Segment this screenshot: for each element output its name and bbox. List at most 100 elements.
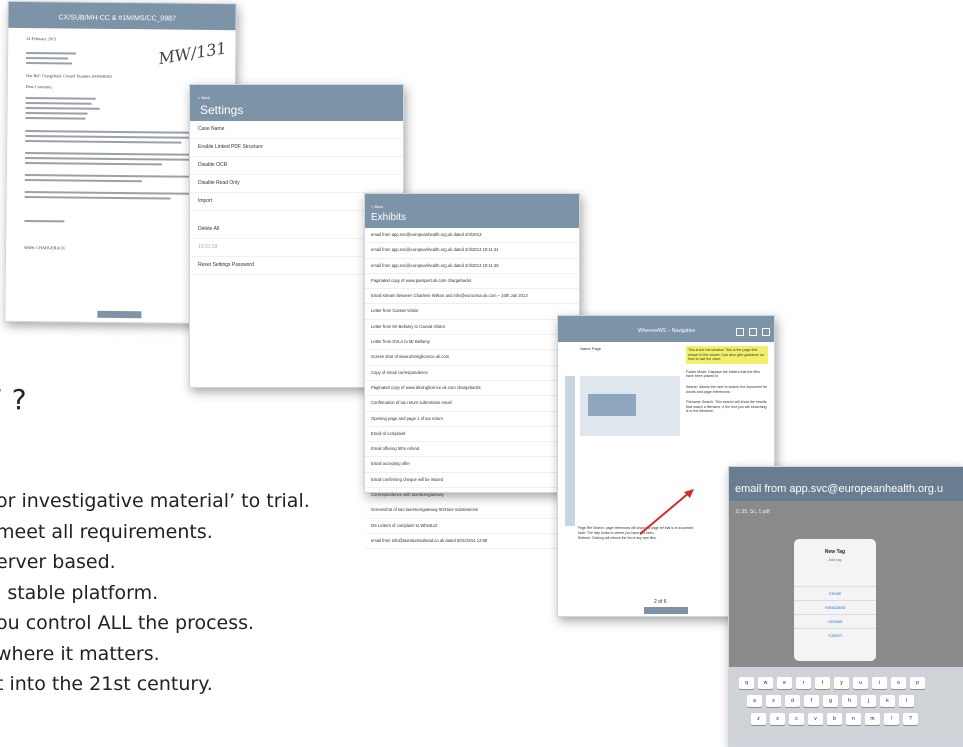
cancel-button[interactable]: Cancel [794, 628, 876, 642]
keyboard-key[interactable]: g [823, 695, 838, 707]
keyboard-key[interactable]: v [808, 713, 823, 725]
bullet-item: ou control ALL the process. [0, 612, 255, 634]
slide-heading: ’ ? [0, 383, 27, 416]
back-button[interactable]: < Back [198, 95, 210, 100]
keyboard-key[interactable]: s [766, 695, 781, 707]
exhibit-row[interactable]: Email stream between Charlene Wilson and… [365, 289, 579, 305]
keyboard-key[interactable]: c [789, 713, 804, 725]
page-label: Name Page [580, 346, 602, 351]
exhibit-row[interactable]: email from app.svc@europeanhealth.org.uk… [365, 228, 579, 244]
keyboard-key[interactable]: k [880, 695, 895, 707]
settings-row[interactable]: Enable Linked PDF Structure [190, 139, 403, 157]
note-highlight: This is the Introduction This is the pag… [686, 346, 768, 364]
keyboard-key[interactable]: l [899, 695, 914, 707]
keyboard-key[interactable]: j [861, 695, 876, 707]
settings-row[interactable]: Disable Read Only [190, 175, 403, 193]
keyboard-key[interactable]: p [910, 677, 925, 689]
annotation-arrow [639, 489, 694, 535]
exhibit-row[interactable]: email from app.svc@europeanhealth.org.uk… [365, 259, 579, 274]
keyboard-key[interactable]: o [891, 677, 906, 689]
help-notes: This is the Introduction This is the pag… [686, 346, 768, 414]
dialog-title: New Tag [824, 549, 846, 555]
viewer-navbar: WhereveWS – Navigation [558, 316, 774, 342]
keyboard-key[interactable]: x [770, 713, 785, 725]
tag-subhead: 11:35, Sc, 1.pdf [735, 509, 770, 515]
exhibits-navbar: < Back Exhibits [365, 194, 579, 228]
exhibit-row[interactable]: Email offering 50% refund [365, 442, 579, 458]
keyboard-key[interactable]: ! [884, 713, 899, 725]
exhibit-row[interactable]: Paginated copy of www.passport.uk.com ch… [365, 274, 579, 290]
keyboard-row: z x c v b n m!? [751, 713, 918, 725]
viewer-toolbar [736, 328, 770, 336]
page-number: 2 of 6 [654, 599, 667, 605]
document-navbar: CX/SUB/MH-CC & #1M/MS/CC_0987 [8, 1, 236, 31]
new-tag-screenshot: email from app.svc@europeanhealth.org.u … [728, 466, 963, 747]
note-item: Folder Mode: Displays the folders that t… [686, 369, 760, 379]
page-thumbnail [580, 376, 680, 436]
share-icon[interactable] [762, 328, 770, 336]
bullet-item: where it matters. [0, 642, 160, 665]
document-title: CX/SUB/MH-CC & #1M/MS/CC_0987 [58, 14, 177, 23]
associated-button[interactable]: Associated [794, 600, 876, 614]
create-button[interactable]: Create [794, 586, 876, 600]
keyboard-key[interactable]: y [834, 677, 849, 689]
keyboard-key[interactable]: m [865, 713, 880, 725]
keyboard-key[interactable]: r [796, 677, 811, 689]
bullet-item: or investigative material’ to trial. [0, 490, 310, 512]
keyboard-key[interactable]: h [842, 695, 857, 707]
side-toolbar[interactable] [565, 376, 575, 526]
settings-title: Settings [200, 103, 244, 117]
keyboard-key[interactable]: e [777, 677, 792, 689]
exhibit-row[interactable]: Opening page and page 1 of tax return [365, 412, 579, 427]
exhibit-row[interactable]: DS Letters of complaint to Whs4Ltd [365, 519, 579, 534]
exhibits-title: Exhibits [371, 212, 407, 223]
keyboard-key[interactable]: q [739, 677, 754, 689]
exhibit-row[interactable]: Screenshot of two taxreturngateway 50/Ho… [365, 503, 579, 519]
note-item: Filename Search: This search will show t… [686, 400, 767, 414]
grid-icon[interactable] [749, 328, 757, 336]
viewer-title: WhereveWS – Navigation [638, 328, 696, 334]
exhibit-row[interactable]: Email accepting offer [365, 457, 579, 473]
exhibit-row[interactable]: Letter from Mr Bellamy to Caveat Visitor [365, 320, 579, 336]
exhibit-row[interactable]: Copy of email correspondence [365, 366, 579, 381]
exhibit-row[interactable]: email from app.svc@europeanhealth.org.uk… [365, 243, 579, 259]
on-screen-keyboard: qwertyuiop asdfghjkl z x c v b n m!? [729, 667, 963, 746]
page-scrubber[interactable] [644, 607, 688, 614]
keyboard-key[interactable]: n [846, 713, 861, 725]
settings-row[interactable]: Disable OCR [190, 157, 403, 175]
keyboard-key[interactable]: b [827, 713, 842, 725]
settings-row[interactable]: Case Name [190, 121, 403, 139]
bullet-item: erver based. [0, 551, 116, 573]
new-tag-dialog: New Tag Add tag Create Associated Unread… [794, 539, 876, 661]
slide-bullets: or investigative material’ to trial. mee… [0, 486, 310, 700]
bullet-item: meet all requirements. [0, 520, 213, 543]
keyboard-key[interactable]: u [853, 677, 868, 689]
bullet-item: t into the 21st century. [0, 673, 213, 695]
tag-navbar-title: email from app.svc@europeanhealth.org.u [735, 483, 944, 495]
exhibit-row[interactable]: Screen shot of www.drivinglicence.uk.com [365, 350, 579, 366]
keyboard-key[interactable]: f [804, 695, 819, 707]
exhibit-row[interactable]: Letter from Caveat Visitor [365, 304, 579, 320]
exhibit-row[interactable]: Letter from DVLA to Mr Bellamy [365, 335, 579, 351]
keyboard-key[interactable]: w [758, 677, 773, 689]
page-scrubber[interactable] [97, 310, 142, 319]
keyboard-row: asdfghjkl [747, 695, 914, 707]
exhibit-row[interactable]: Correspondence with taxreturngateway [365, 488, 579, 504]
keyboard-key[interactable]: d [785, 695, 800, 707]
exhibit-row[interactable]: Paginated copy of www.drivinglicence.uk.… [365, 381, 579, 397]
bullet-item: l stable platform. [0, 581, 159, 604]
exhibit-row[interactable]: Email of complaint [365, 427, 579, 443]
search-icon[interactable] [736, 328, 744, 336]
keyboard-key[interactable]: ? [903, 713, 918, 725]
exhibit-row[interactable]: email from info@taxreturnsahead.co.uk da… [365, 534, 579, 550]
keyboard-row: qwertyuiop [739, 677, 925, 689]
keyboard-key[interactable]: a [747, 695, 762, 707]
keyboard-key[interactable]: t [815, 677, 830, 689]
keyboard-key[interactable]: z [751, 713, 766, 725]
back-button[interactable]: < Back [371, 204, 383, 209]
keyboard-key[interactable]: i [872, 677, 887, 689]
settings-navbar: < Back Settings [190, 85, 403, 121]
unread-button[interactable]: Unread [794, 614, 876, 628]
exhibit-row[interactable]: Email confirming cheque will be issued [365, 473, 579, 489]
exhibit-row[interactable]: Confirmation of tax return submission em… [365, 396, 579, 412]
